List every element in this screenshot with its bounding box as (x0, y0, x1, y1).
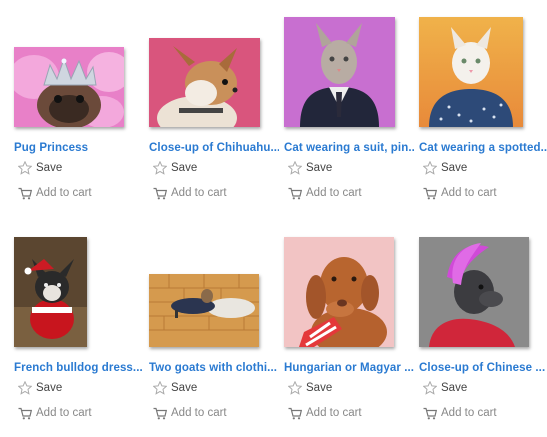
shopping-cart-icon (153, 187, 167, 200)
product-thumbnail-pug[interactable] (14, 47, 124, 127)
save-label: Save (441, 382, 468, 394)
save-label: Save (36, 382, 63, 394)
add-to-cart-button[interactable]: Add to cart (423, 184, 497, 202)
save-button[interactable]: Save (18, 379, 62, 397)
add-to-cart-label: Add to cart (171, 407, 227, 419)
add-to-cart-button[interactable]: Add to cart (153, 404, 227, 422)
product-title[interactable]: Pug Princess (14, 142, 144, 154)
product-thumbnail-cat-spotted[interactable] (419, 17, 523, 127)
save-button[interactable]: Save (423, 379, 467, 397)
add-to-cart-button[interactable]: Add to cart (18, 184, 92, 202)
star-outline-icon (18, 381, 32, 395)
product-thumbnail-goats[interactable] (149, 274, 259, 347)
product-title[interactable]: Cat wearing a spotted... (419, 142, 547, 154)
add-to-cart-button[interactable]: Add to cart (18, 404, 92, 422)
add-to-cart-button[interactable]: Add to cart (423, 404, 497, 422)
product-title[interactable]: Close-up of Chihuahu... (149, 142, 279, 154)
shopping-cart-icon (288, 407, 302, 420)
star-outline-icon (423, 381, 437, 395)
product-thumbnail-vizsla[interactable] (284, 237, 394, 347)
shopping-cart-icon (153, 407, 167, 420)
save-label: Save (306, 382, 333, 394)
product-title[interactable]: Two goats with clothi... (149, 362, 279, 374)
save-button[interactable]: Save (153, 159, 197, 177)
add-to-cart-button[interactable]: Add to cart (288, 184, 362, 202)
add-to-cart-button[interactable]: Add to cart (288, 404, 362, 422)
product-title[interactable]: French bulldog dress... (14, 362, 144, 374)
save-label: Save (36, 162, 63, 174)
product-title[interactable]: Cat wearing a suit, pin... (284, 142, 414, 154)
add-to-cart-label: Add to cart (441, 187, 497, 199)
product-thumbnail-french-bulldog[interactable] (14, 237, 87, 347)
product-title[interactable]: Hungarian or Magyar ... (284, 362, 414, 374)
save-label: Save (306, 162, 333, 174)
add-to-cart-label: Add to cart (306, 187, 362, 199)
save-button[interactable]: Save (153, 379, 197, 397)
star-outline-icon (153, 161, 167, 175)
star-outline-icon (288, 161, 302, 175)
add-to-cart-button[interactable]: Add to cart (153, 184, 227, 202)
add-to-cart-label: Add to cart (36, 187, 92, 199)
shopping-cart-icon (18, 187, 32, 200)
add-to-cart-label: Add to cart (171, 187, 227, 199)
save-button[interactable]: Save (423, 159, 467, 177)
save-label: Save (171, 382, 198, 394)
save-label: Save (441, 162, 468, 174)
save-label: Save (171, 162, 198, 174)
shopping-cart-icon (288, 187, 302, 200)
product-thumbnail-chihuahua[interactable] (149, 38, 260, 127)
shopping-cart-icon (423, 407, 437, 420)
add-to-cart-label: Add to cart (36, 407, 92, 419)
add-to-cart-label: Add to cart (441, 407, 497, 419)
save-button[interactable]: Save (18, 159, 62, 177)
star-outline-icon (18, 161, 32, 175)
add-to-cart-label: Add to cart (306, 407, 362, 419)
shopping-cart-icon (423, 187, 437, 200)
product-thumbnail-cat-suit[interactable] (284, 17, 395, 127)
star-outline-icon (288, 381, 302, 395)
save-button[interactable]: Save (288, 159, 332, 177)
save-button[interactable]: Save (288, 379, 332, 397)
product-title[interactable]: Close-up of Chinese ... (419, 362, 547, 374)
shopping-cart-icon (18, 407, 32, 420)
star-outline-icon (423, 161, 437, 175)
star-outline-icon (153, 381, 167, 395)
product-thumbnail-chinese-crested[interactable] (419, 237, 529, 347)
